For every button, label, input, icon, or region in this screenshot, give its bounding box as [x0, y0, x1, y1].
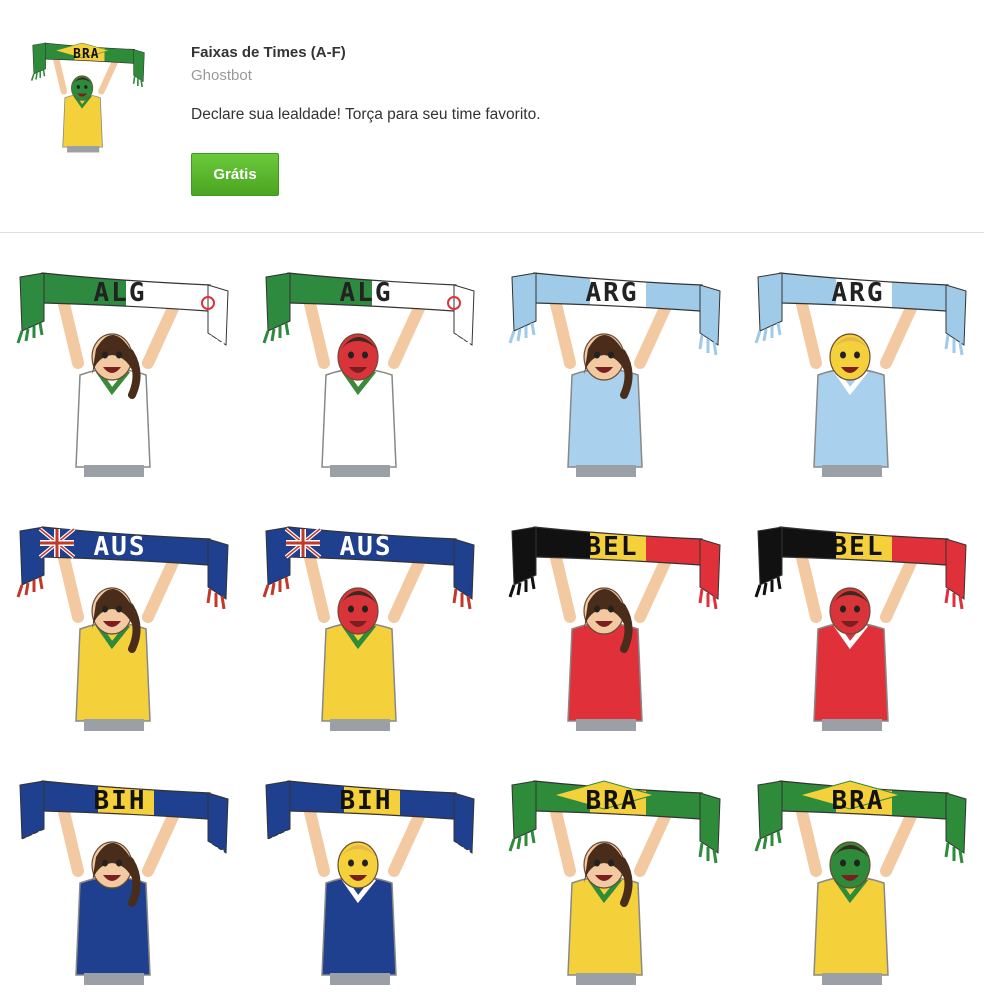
pack-header: BRA Faixas de Times (A-F) Ghostbot Decla… — [0, 0, 984, 232]
svg-text:ALG: ALG — [94, 278, 147, 308]
svg-text:BRA: BRA — [586, 786, 639, 816]
sticker-bra-female[interactable]: BRA — [492, 753, 738, 1007]
svg-text:BIH: BIH — [340, 786, 393, 816]
svg-text:BIH: BIH — [94, 786, 147, 816]
svg-text:ALG: ALG — [340, 278, 393, 308]
pack-author[interactable]: Ghostbot — [191, 67, 252, 84]
sticker-arg-male[interactable]: ARG — [738, 245, 984, 499]
sticker-grid: ALG ALG ARG ARG AUS AUS BEL BEL BIH BIH … — [0, 233, 984, 995]
sticker-bel-male[interactable]: BEL — [738, 499, 984, 753]
free-download-button[interactable]: Grátis — [191, 153, 279, 196]
sticker-bih-male[interactable]: BIH — [246, 753, 492, 1007]
svg-text:BRA: BRA — [73, 47, 99, 62]
pack-description: Declare sua lealdade! Torça para seu tim… — [191, 106, 541, 123]
sticker-aus-female[interactable]: AUS — [0, 499, 246, 753]
sticker-aus-male[interactable]: AUS — [246, 499, 492, 753]
svg-text:BEL: BEL — [832, 532, 885, 562]
sticker-bra-male[interactable]: BRA — [738, 753, 984, 1007]
svg-text:BEL: BEL — [586, 532, 639, 562]
sticker-arg-female[interactable]: ARG — [492, 245, 738, 499]
svg-text:ARG: ARG — [832, 278, 885, 308]
sticker-bih-female[interactable]: BIH — [0, 753, 246, 1007]
svg-text:AUS: AUS — [94, 532, 147, 562]
pack-thumbnail: BRA — [22, 28, 154, 168]
sticker-alg-female[interactable]: ALG — [0, 245, 246, 499]
pack-title: Faixas de Times (A-F) — [191, 44, 346, 61]
svg-text:AUS: AUS — [340, 532, 393, 562]
svg-text:BRA: BRA — [832, 786, 885, 816]
sticker-bel-female[interactable]: BEL — [492, 499, 738, 753]
sticker-alg-male[interactable]: ALG — [246, 245, 492, 499]
svg-text:ARG: ARG — [586, 278, 639, 308]
